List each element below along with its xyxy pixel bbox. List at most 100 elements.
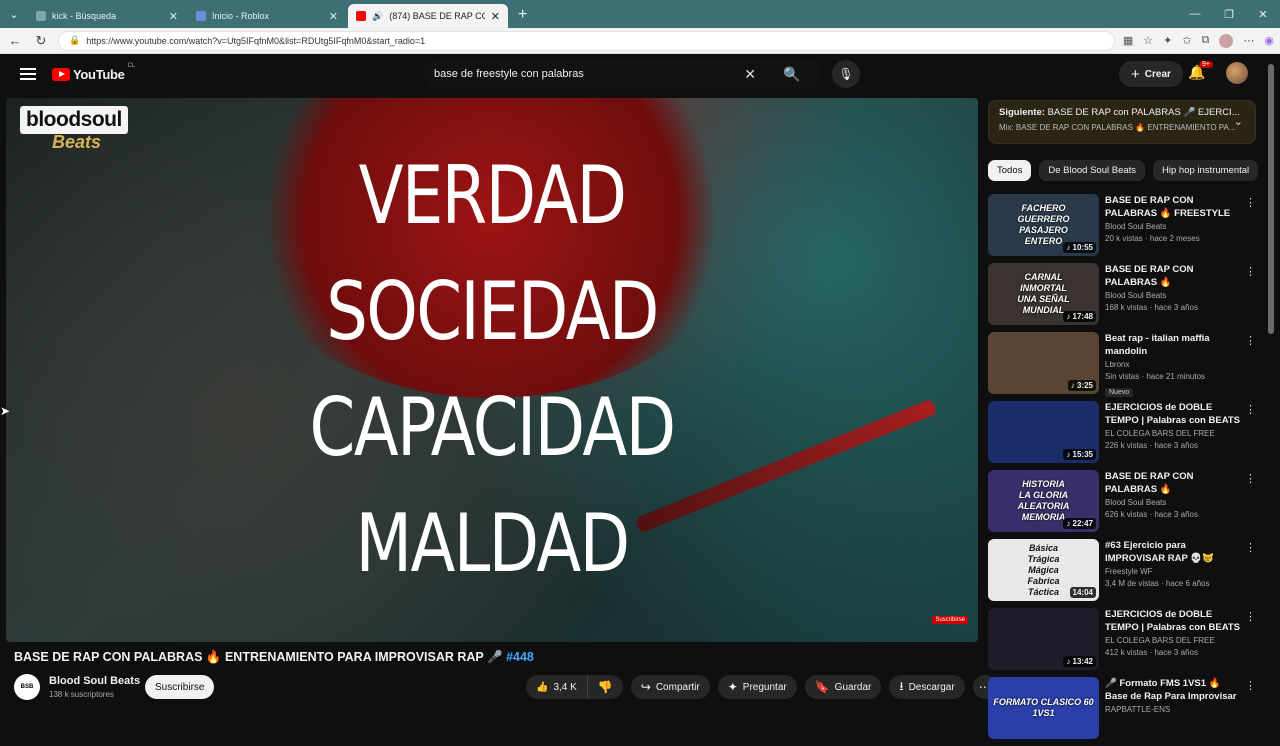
more-options-icon[interactable]: ⋮ [1245,472,1256,485]
more-options-icon[interactable]: ⋮ [1245,334,1256,347]
back-icon[interactable]: ← [6,33,24,48]
star-icon[interactable]: ☆ [1143,34,1153,47]
ask-button[interactable]: ✦ Preguntar [717,675,797,699]
channel-name[interactable]: Freestyle WF [1105,567,1244,576]
more-options-icon[interactable]: ⋮ [1245,403,1256,416]
reload-icon[interactable]: ↻ [32,33,50,49]
close-window-icon[interactable]: ✕ [1246,8,1280,21]
maximize-icon[interactable]: ❐ [1212,8,1246,21]
video-title[interactable]: EJERCICIOS de DOBLE TEMPO | Palabras con… [1105,608,1244,634]
subscribe-button[interactable]: Suscribirse [145,675,215,699]
account-avatar[interactable] [1226,62,1248,84]
split-view-icon[interactable]: ▦ [1123,34,1133,47]
youtube-logo[interactable]: YouTube CL [52,63,135,82]
url-field[interactable]: 🔒 https://www.youtube.com/watch?v=Utg5IF… [58,30,1115,51]
channel-avatar[interactable]: BSB [14,674,40,700]
more-options-icon[interactable]: ⋮ [1245,196,1256,209]
list-item[interactable]: ♪ 3:25 Beat rap - italian maffia mandolin… [988,332,1258,401]
brand-top: bloodsoul [20,106,128,134]
menu-icon[interactable] [20,68,36,80]
video-thumbnail[interactable]: FORMATO CLASICO 60 1VS1 [988,677,1099,739]
list-item[interactable]: FORMATO CLASICO 60 1VS1 🎤 Formato FMS 1VS… [988,677,1258,746]
video-title[interactable]: 🎤 Formato FMS 1VS1 🔥 Base de Rap Para Im… [1105,677,1244,703]
video-title[interactable]: BASE DE RAP CON PALABRAS 🔥 FREESTYLE RAP… [1105,194,1244,220]
more-options-icon[interactable]: ⋮ [1245,541,1256,554]
clear-search-icon[interactable]: ✕ [744,66,756,83]
close-tab-icon[interactable]: ✕ [329,10,338,23]
save-button[interactable]: 🔖 Guardar [804,675,882,699]
minimize-icon[interactable]: — [1178,8,1212,20]
chip-todos[interactable]: Todos [988,160,1032,181]
collections-icon[interactable]: ⧉ [1202,34,1210,47]
create-button[interactable]: + Crear [1119,61,1183,87]
word: SOCIEDAD [326,265,659,358]
url-text: https://www.youtube.com/watch?v=Utg5IFqf… [86,35,426,46]
hashtag-link[interactable]: #448 [506,650,534,664]
search-input[interactable]: base de freestyle con palabras [434,68,744,80]
search-icon[interactable]: 🔍 [774,59,810,89]
copilot-icon[interactable]: ◉ [1264,34,1274,47]
tab-menu-icon[interactable]: ⌄ [0,0,28,28]
video-thumbnail[interactable]: CARNAL INMORTAL UNA SEÑAL MUNDIAL ♪ 17:48 [988,263,1099,325]
up-next-panel[interactable]: Siguiente: BASE DE RAP con PALABRAS 🎤 EJ… [988,100,1256,144]
search-box[interactable]: base de freestyle con palabras ✕ 🔍 [424,59,820,89]
dislike-button[interactable]: 👎 [588,675,623,699]
profile-icon[interactable] [1219,33,1234,48]
chip-channel[interactable]: De Blood Soul Beats [1039,160,1146,181]
more-options-icon[interactable]: ⋮ [1245,265,1256,278]
channel-name[interactable]: EL COLEGA BARS DEL FREE [1105,636,1244,645]
channel-name[interactable]: Blood Soul Beats [1105,222,1244,231]
extension-icon[interactable]: ✦ [1163,34,1172,47]
favorites-icon[interactable]: ✩ [1182,34,1191,47]
word: CAPACIDAD [309,381,677,474]
more-options-icon[interactable]: ⋮ [1245,610,1256,623]
video-title[interactable]: #63 Ejercicio para IMPROVISAR RAP 💀😿 (RI… [1105,539,1244,565]
channel-name[interactable]: Blood Soul Beats [1105,498,1244,507]
video-info: Beat rap - italian maffia mandolin Lbronx… [1105,332,1258,401]
video-player[interactable]: bloodsoul Beats VERDAD SOCIEDAD CAPACIDA… [6,98,978,642]
video-title[interactable]: EJERCICIOS de DOBLE TEMPO | Palabras con… [1105,401,1244,427]
mouse-cursor-icon: ➤ [0,404,11,418]
more-icon[interactable]: ⋯ [1243,34,1254,47]
channel-name[interactable]: EL COLEGA BARS DEL FREE [1105,429,1244,438]
more-options-icon[interactable]: ⋮ [1245,679,1256,692]
tab-youtube[interactable]: 🔊 (874) BASE DE RAP CON PALABRAS ✕ [348,4,508,28]
notification-badge: 9+ [1199,61,1213,68]
thumbnail-text: Básica Trágica Mágica Fabrica Táctica [1027,542,1060,597]
channel-name[interactable]: RAPBATTLE-ENS [1105,705,1244,714]
video-thumbnail[interactable]: HISTORIA LA GLORIA ALEATORIA MEMORIA ♪ 22… [988,470,1099,532]
chevron-down-icon[interactable]: ⌄ [1234,115,1243,128]
list-item[interactable]: HISTORIA LA GLORIA ALEATORIA MEMORIA ♪ 22… [988,470,1258,539]
video-title[interactable]: BASE DE RAP CON PALABRAS 🔥 ENTRENAMIENTO… [1105,470,1244,496]
video-thumbnail[interactable]: ♪ 3:25 [988,332,1099,394]
channel-name[interactable]: Lbronx [1105,360,1244,369]
video-thumbnail[interactable]: FACHERO GUERRERO PASAJERO ENTERO ♪ 10:55 [988,194,1099,256]
tab-roblox[interactable]: Inicio - Roblox ✕ [188,4,346,28]
channel-name[interactable]: Blood Soul Beats [1105,291,1244,300]
share-button[interactable]: ↪ Compartir [630,675,710,699]
speaker-icon[interactable]: 🔊 [372,11,383,22]
tab-kick[interactable]: kick - Búsqueda ✕ [28,4,186,28]
video-thumbnail[interactable]: Básica Trágica Mágica Fabrica Táctica 14:… [988,539,1099,601]
download-button[interactable]: ⭳ Descargar [889,675,965,699]
video-title[interactable]: BASE DE RAP CON PALABRAS 🔥 ENTRENAMIENTO… [1105,263,1244,289]
new-tab-icon[interactable]: + [510,4,535,28]
chip-hiphop[interactable]: Hip hop instrumental [1153,160,1259,181]
list-item[interactable]: FACHERO GUERRERO PASAJERO ENTERO ♪ 10:55 B… [988,194,1258,263]
lock-icon[interactable]: 🔒 [69,35,80,46]
list-item[interactable]: Básica Trágica Mágica Fabrica Táctica 14:… [988,539,1258,608]
list-item[interactable]: ♪ 15:35 EJERCICIOS de DOBLE TEMPO | Palab… [988,401,1258,470]
close-tab-icon[interactable]: ✕ [491,10,500,23]
like-button[interactable]: 👍 3,4 K [526,675,588,699]
duration-badge: ♪ 3:25 [1067,380,1096,391]
subscribe-watermark[interactable]: Suscribirse [932,616,968,624]
video-thumbnail[interactable]: ♪ 15:35 [988,401,1099,463]
video-thumbnail[interactable]: ♪ 13:42 [988,608,1099,670]
list-item[interactable]: CARNAL INMORTAL UNA SEÑAL MUNDIAL ♪ 17:48… [988,263,1258,332]
page-scrollbar[interactable] [1268,64,1274,334]
list-item[interactable]: ♪ 13:42 EJERCICIOS de DOBLE TEMPO | Palab… [988,608,1258,677]
video-title[interactable]: Beat rap - italian maffia mandolin [1105,332,1244,358]
close-tab-icon[interactable]: ✕ [169,10,178,23]
channel-name[interactable]: Blood Soul Beats [49,675,140,687]
mic-icon[interactable]: 🎙 [832,60,860,88]
